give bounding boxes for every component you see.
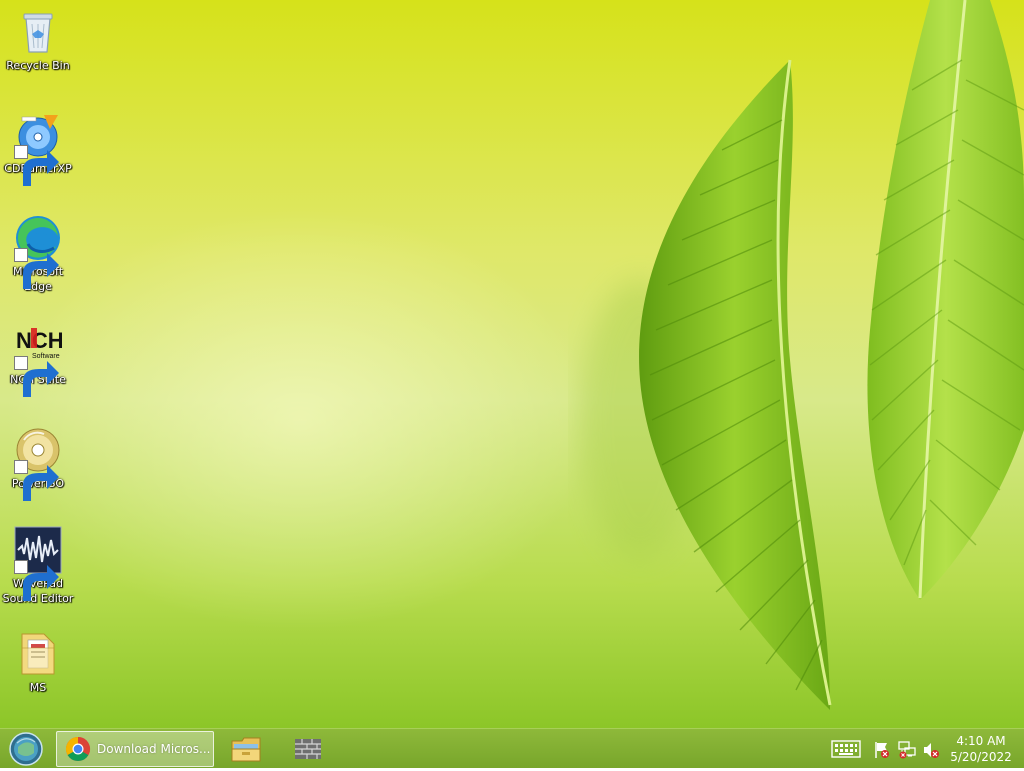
file-explorer-icon (231, 737, 261, 762)
shortcut-arrow-icon (14, 248, 59, 289)
taskbar-button-chrome[interactable]: Download Micros... (56, 731, 214, 767)
desktop-icon-microsoft-edge[interactable]: Microsoft Edge (2, 214, 74, 294)
start-button[interactable] (7, 731, 45, 767)
desktop-icon-wavepad[interactable]: WavePad Sound Editor (2, 526, 74, 606)
microsoft-edge-icon (14, 214, 62, 289)
action-center-flag-icon[interactable] (874, 741, 890, 763)
nch-logo-text: NCH (16, 328, 62, 353)
desktop-icon-cdburnerxp[interactable]: CDBurnerXP (2, 111, 74, 186)
taskbar-button-title: Download Micros... (97, 742, 211, 756)
desktop-icon-nch-suite[interactable]: NCH Software NCH Suite (2, 322, 74, 397)
network-icon[interactable] (898, 741, 916, 763)
nch-suite-icon: NCH Software (14, 322, 62, 397)
recycle-bin-icon (14, 8, 62, 56)
volume-muted-icon[interactable] (922, 741, 940, 763)
clock-date: 5/20/2022 (950, 750, 1012, 764)
keyboard-icon[interactable] (831, 740, 861, 762)
taskbar: Download Micros... 4:10 AM 5/20/2022 (0, 728, 1024, 768)
poweriso-icon (14, 426, 62, 501)
desktop-icon-label: Recycle Bin (6, 59, 70, 72)
desktop-icon-label: MS (29, 681, 47, 694)
chrome-icon (65, 737, 91, 762)
desktop-icon-poweriso[interactable]: PowerISO (2, 426, 74, 501)
shortcut-arrow-icon (14, 356, 59, 397)
taskbar-button-firewall-app[interactable] (288, 731, 328, 767)
wavepad-icon (14, 526, 62, 601)
desktop-icon-recycle-bin[interactable]: Recycle Bin (2, 8, 74, 73)
shortcut-arrow-icon (14, 145, 59, 186)
desktop[interactable]: Recycle Bin CDBurnerXP Microsoft Edge NC… (0, 0, 1024, 728)
shortcut-arrow-icon (14, 460, 59, 501)
folder-icon (14, 630, 62, 678)
taskbar-button-file-explorer[interactable] (226, 731, 266, 767)
clock-time: 4:10 AM (956, 734, 1006, 748)
cdburnerxp-icon (14, 111, 62, 186)
windows-start-orb-icon (9, 732, 43, 766)
shortcut-arrow-icon (14, 560, 59, 601)
wallpaper-leaves (580, 0, 1024, 710)
desktop-icon-ms-folder[interactable]: MS (2, 630, 74, 695)
clock[interactable]: 4:10 AM 5/20/2022 (946, 733, 1016, 765)
firewall-app-icon (295, 739, 321, 759)
